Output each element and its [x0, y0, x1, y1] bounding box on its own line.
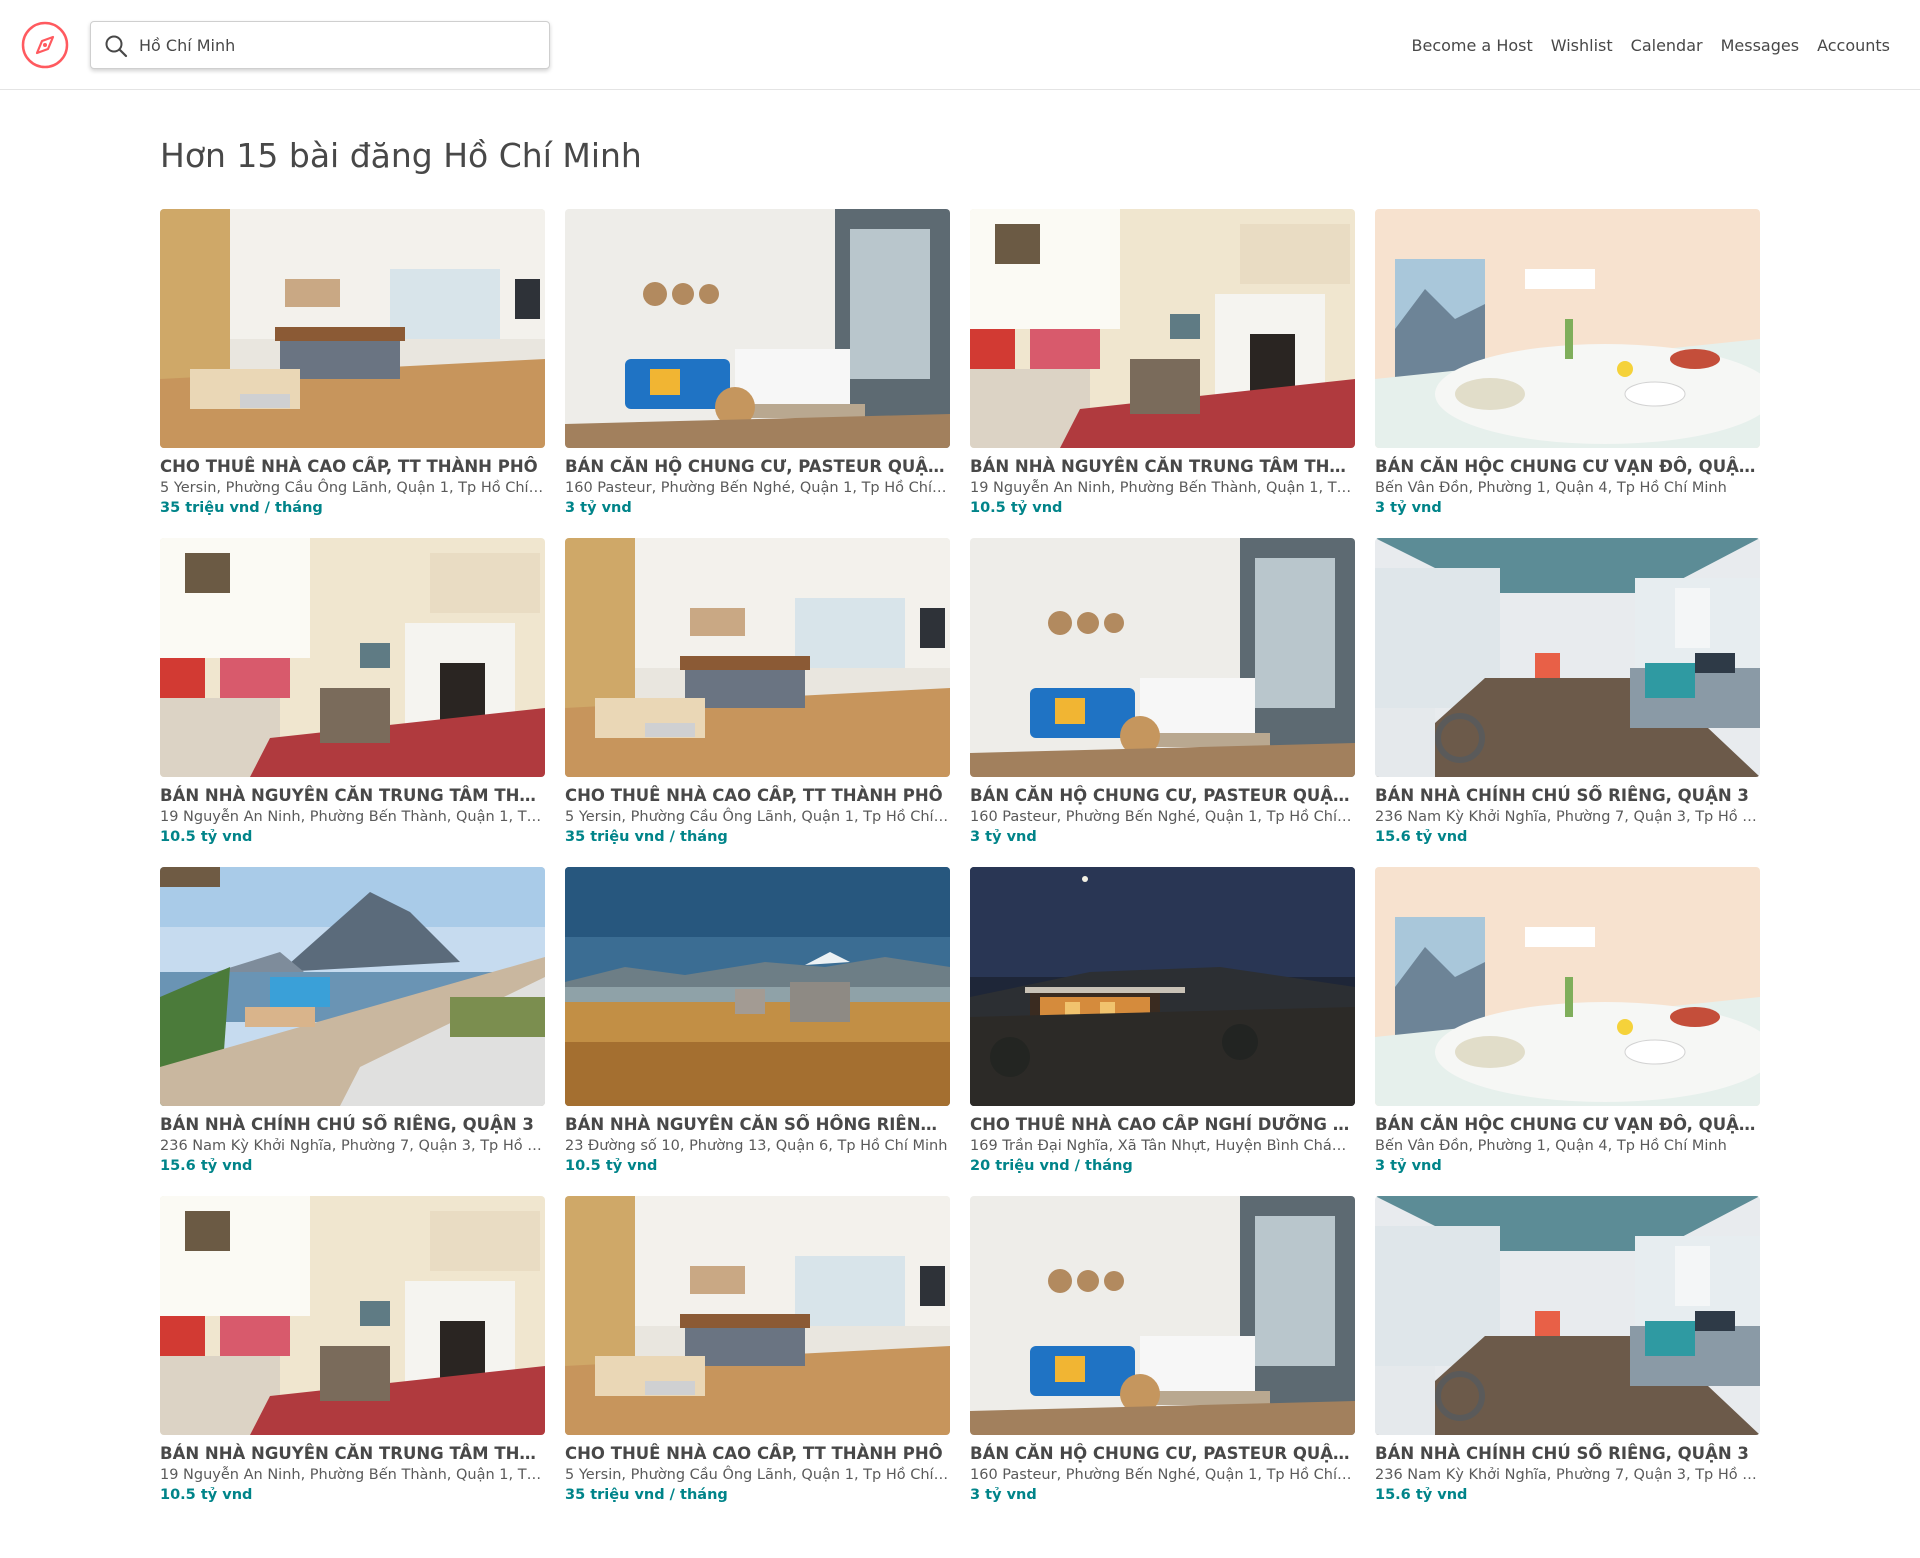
listing-card[interactable]: CHO THUÊ NHÀ CAO CẤP, TT THÀNH PHỐ 5 Yer… [565, 538, 950, 867]
listing-title[interactable]: CHO THUÊ NHÀ CAO CẤP NGHỈ DƯỠNG NGOẠI Ô [970, 1114, 1355, 1136]
listing-card[interactable]: BÁN CĂN HỘ CHUNG CƯ, PASTEUR QUẬN 1 160 … [565, 209, 950, 538]
compass-icon[interactable] [20, 20, 70, 70]
listing-title[interactable]: BÁN NHÀ NGUYÊN CĂN SỔ HỒNG RIÊNG CHÍNH C… [565, 1114, 950, 1136]
listing-photo[interactable] [565, 538, 950, 777]
listing-address: 5 Yersin, Phường Cầu Ông Lãnh, Quận 1, T… [565, 809, 950, 825]
listing-price: 35 triệu vnd / tháng [565, 829, 728, 845]
nav-calendar[interactable]: Calendar [1631, 36, 1703, 55]
listing-photo[interactable] [160, 867, 545, 1106]
listing-title[interactable]: BÁN CĂN HỘC CHUNG CƯ VẠN ĐÔ, QUẬN 4 [1375, 456, 1760, 478]
listing-price: 3 tỷ vnd [970, 1487, 1037, 1503]
listing-photo[interactable] [970, 1196, 1355, 1435]
listing-price: 20 triệu vnd / tháng [970, 1158, 1133, 1174]
listing-price: 10.5 tỷ vnd [565, 1158, 658, 1174]
listing-card[interactable]: BÁN NHÀ NGUYÊN CĂN TRUNG TÂM THÀNH PHỐ 1… [160, 538, 545, 867]
listing-card[interactable]: CHO THUÊ NHÀ CAO CẤP, TT THÀNH PHỐ 5 Yer… [160, 209, 545, 538]
listing-address: 19 Nguyễn An Ninh, Phường Bến Thành, Quậ… [160, 1467, 545, 1483]
listing-price: 15.6 tỷ vnd [1375, 829, 1468, 845]
listing-address: Bến Vân Đồn, Phường 1, Quận 4, Tp Hồ Chí… [1375, 1138, 1727, 1154]
listing-photo[interactable] [160, 209, 545, 448]
listing-address: 23 Đường số 10, Phường 13, Quận 6, Tp Hồ… [565, 1138, 948, 1154]
listing-address: 19 Nguyễn An Ninh, Phường Bến Thành, Quậ… [160, 809, 545, 825]
listing-card[interactable]: BÁN NHÀ NGUYÊN CĂN SỔ HỒNG RIÊNG CHÍNH C… [565, 867, 950, 1196]
listing-title[interactable]: BÁN NHÀ CHÍNH CHỦ SỔ RIÊNG, QUẬN 3 [1375, 785, 1760, 807]
nav-accounts[interactable]: Accounts [1817, 36, 1890, 55]
listing-photo[interactable] [1375, 1196, 1760, 1435]
listing-address: 5 Yersin, Phường Cầu Ông Lãnh, Quận 1, T… [160, 480, 545, 496]
listing-address: 160 Pasteur, Phường Bến Nghé, Quận 1, Tp… [565, 480, 950, 496]
listing-photo[interactable] [160, 538, 545, 777]
listing-price: 15.6 tỷ vnd [1375, 1487, 1468, 1503]
listing-grid: CHO THUÊ NHÀ CAO CẤP, TT THÀNH PHỐ 5 Yer… [160, 209, 1760, 1525]
listing-photo[interactable] [1375, 538, 1760, 777]
listing-address: 5 Yersin, Phường Cầu Ông Lãnh, Quận 1, T… [565, 1467, 950, 1483]
nav-wishlist[interactable]: Wishlist [1551, 36, 1613, 55]
listing-price: 35 triệu vnd / tháng [565, 1487, 728, 1503]
listing-address: 19 Nguyễn An Ninh, Phường Bến Thành, Quậ… [970, 480, 1355, 496]
search-icon [103, 33, 129, 59]
listing-photo[interactable] [565, 1196, 950, 1435]
listing-photo[interactable] [565, 209, 950, 448]
listing-photo[interactable] [970, 867, 1355, 1106]
listing-card[interactable]: BÁN NHÀ CHÍNH CHỦ SỔ RIÊNG, QUẬN 3 236 N… [1375, 538, 1760, 867]
listing-card[interactable]: BÁN CĂN HỘC CHUNG CƯ VẠN ĐÔ, QUẬN 4 Bến … [1375, 209, 1760, 538]
listing-address: 160 Pasteur, Phường Bến Nghé, Quận 1, Tp… [970, 809, 1355, 825]
listing-photo[interactable] [970, 538, 1355, 777]
listing-card[interactable]: BÁN CĂN HỘ CHUNG CƯ, PASTEUR QUẬN 1 160 … [970, 538, 1355, 867]
listing-card[interactable]: BÁN NHÀ NGUYÊN CĂN TRUNG TÂM THÀNH PHỐ 1… [160, 1196, 545, 1525]
listing-address: 236 Nam Kỳ Khởi Nghĩa, Phường 7, Quận 3,… [1375, 1467, 1760, 1483]
search-box[interactable] [90, 21, 550, 69]
listing-card[interactable]: BÁN NHÀ NGUYÊN CĂN TRUNG TÂM THÀNH PHỐ 1… [970, 209, 1355, 538]
listing-title[interactable]: BÁN NHÀ CHÍNH CHỦ SỔ RIÊNG, QUẬN 3 [160, 1114, 545, 1136]
listing-price: 3 tỷ vnd [565, 500, 632, 516]
listing-photo[interactable] [1375, 867, 1760, 1106]
listing-card[interactable]: CHO THUÊ NHÀ CAO CẤP, TT THÀNH PHỐ 5 Yer… [565, 1196, 950, 1525]
listing-price: 3 tỷ vnd [1375, 500, 1442, 516]
listing-price: 3 tỷ vnd [970, 829, 1037, 845]
nav-messages[interactable]: Messages [1721, 36, 1799, 55]
listing-title[interactable]: BÁN CĂN HỘC CHUNG CƯ VẠN ĐÔ, QUẬN 4 [1375, 1114, 1760, 1136]
search-input[interactable] [139, 30, 529, 60]
listing-title[interactable]: CHO THUÊ NHÀ CAO CẤP, TT THÀNH PHỐ [565, 1443, 950, 1465]
listing-card[interactable]: BÁN CĂN HỘC CHUNG CƯ VẠN ĐÔ, QUẬN 4 Bến … [1375, 867, 1760, 1196]
listing-title[interactable]: BÁN NHÀ NGUYÊN CĂN TRUNG TÂM THÀNH PHỐ [160, 785, 545, 807]
listing-title[interactable]: BÁN CĂN HỘ CHUNG CƯ, PASTEUR QUẬN 1 [970, 1443, 1355, 1465]
page-title: Hơn 15 bài đăng Hồ Chí Minh [160, 136, 642, 175]
listing-card[interactable]: CHO THUÊ NHÀ CAO CẤP NGHỈ DƯỠNG NGOẠI Ô … [970, 867, 1355, 1196]
listing-address: Bến Vân Đồn, Phường 1, Quận 4, Tp Hồ Chí… [1375, 480, 1727, 496]
listing-price: 15.6 tỷ vnd [160, 1158, 253, 1174]
top-nav: Become a Host Wishlist Calendar Messages… [1412, 0, 1891, 90]
listing-address: 236 Nam Kỳ Khởi Nghĩa, Phường 7, Quận 3,… [1375, 809, 1760, 825]
listing-title[interactable]: BÁN NHÀ NGUYÊN CĂN TRUNG TÂM THÀNH PHỐ [160, 1443, 545, 1465]
listing-title[interactable]: BÁN CĂN HỘ CHUNG CƯ, PASTEUR QUẬN 1 [970, 785, 1355, 807]
nav-become-a-host[interactable]: Become a Host [1412, 36, 1533, 55]
listing-title[interactable]: BÁN NHÀ CHÍNH CHỦ SỔ RIÊNG, QUẬN 3 [1375, 1443, 1760, 1465]
listing-price: 10.5 tỷ vnd [970, 500, 1063, 516]
listing-price: 35 triệu vnd / tháng [160, 500, 323, 516]
listing-address: 160 Pasteur, Phường Bến Nghé, Quận 1, Tp… [970, 1467, 1355, 1483]
listing-price: 10.5 tỷ vnd [160, 1487, 253, 1503]
listing-photo[interactable] [160, 1196, 545, 1435]
listing-photo[interactable] [1375, 209, 1760, 448]
listing-photo[interactable] [970, 209, 1355, 448]
listing-address: 236 Nam Kỳ Khởi Nghĩa, Phường 7, Quận 3,… [160, 1138, 545, 1154]
listing-title[interactable]: BÁN NHÀ NGUYÊN CĂN TRUNG TÂM THÀNH PHỐ [970, 456, 1355, 478]
listing-title[interactable]: BÁN CĂN HỘ CHUNG CƯ, PASTEUR QUẬN 1 [565, 456, 950, 478]
listing-card[interactable]: BÁN NHÀ CHÍNH CHỦ SỔ RIÊNG, QUẬN 3 236 N… [160, 867, 545, 1196]
listing-photo[interactable] [565, 867, 950, 1106]
listing-card[interactable]: BÁN CĂN HỘ CHUNG CƯ, PASTEUR QUẬN 1 160 … [970, 1196, 1355, 1525]
listing-price: 10.5 tỷ vnd [160, 829, 253, 845]
listing-price: 3 tỷ vnd [1375, 1158, 1442, 1174]
listing-address: 169 Trần Đại Nghĩa, Xã Tân Nhựt, Huyện B… [970, 1138, 1355, 1154]
listing-card[interactable]: BÁN NHÀ CHÍNH CHỦ SỔ RIÊNG, QUẬN 3 236 N… [1375, 1196, 1760, 1525]
listing-title[interactable]: CHO THUÊ NHÀ CAO CẤP, TT THÀNH PHỐ [160, 456, 545, 478]
top-header: Become a Host Wishlist Calendar Messages… [0, 0, 1920, 90]
listing-title[interactable]: CHO THUÊ NHÀ CAO CẤP, TT THÀNH PHỐ [565, 785, 950, 807]
